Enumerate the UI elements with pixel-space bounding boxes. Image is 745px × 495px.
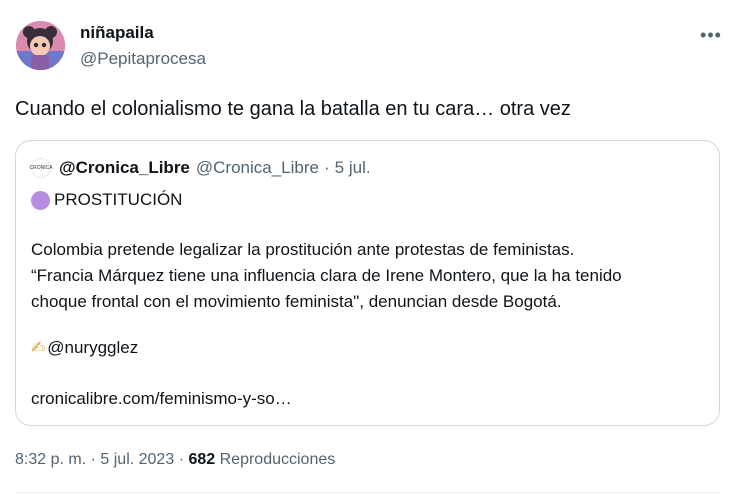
author-handle[interactable]: @Pepitaprocesa (80, 49, 206, 69)
separator: · (90, 451, 96, 468)
quoted-tweet-time[interactable]: 5 jul. (335, 158, 371, 178)
quoted-author-name[interactable]: @Cronica_Libre (59, 158, 190, 178)
quoted-author-handle[interactable]: @Cronica_Libre (196, 158, 319, 178)
quoted-tweet-header: CRONICA @Cronica_Libre @Cronica_Libre · … (29, 158, 371, 178)
tweet-footer: 8:32 p. m. · 5 jul. 2023 · 682 Reproducc… (15, 451, 335, 469)
more-horizontal-icon[interactable]: ••• (698, 22, 724, 48)
divider (15, 492, 720, 493)
quoted-body-line: Colombia pretende legalizar la prostituc… (31, 240, 575, 259)
views-count: 682 (188, 451, 216, 468)
author-mention[interactable]: @nurygglez (47, 338, 138, 358)
quoted-tag: PROSTITUCIÓN (31, 190, 182, 210)
avatar-image (16, 21, 65, 70)
quoted-body-line: choque frontal con el movimiento feminis… (31, 292, 562, 311)
quoted-author-credit: ✍ @nurygglez (31, 338, 138, 358)
avatar[interactable] (16, 21, 65, 70)
purple-circle-icon (31, 190, 50, 210)
separator: · (178, 451, 185, 468)
quoted-tweet-body: Colombia pretende legalizar la prostituc… (31, 237, 711, 315)
separator: · (323, 158, 330, 177)
tweet-text: Cuando el colonialismo te gana la batall… (15, 98, 571, 120)
quoted-author-logo-icon[interactable]: CRONICA (29, 158, 53, 178)
quoted-body-line: “Francia Márquez tiene una influencia cl… (31, 266, 622, 285)
writing-hand-icon: ✍ (31, 338, 46, 357)
quoted-tag-label: PROSTITUCIÓN (54, 190, 183, 209)
author-name[interactable]: niñapaila (80, 23, 154, 43)
tweet-date[interactable]: 5 jul. 2023 (100, 451, 174, 468)
tweet-time[interactable]: 8:32 p. m. (15, 451, 86, 468)
views-label: Reproducciones (219, 451, 336, 468)
quoted-link[interactable]: cronicalibre.com/feminismo-y-so… (31, 389, 292, 409)
quoted-tweet[interactable]: CRONICA @Cronica_Libre @Cronica_Libre · … (15, 140, 720, 426)
